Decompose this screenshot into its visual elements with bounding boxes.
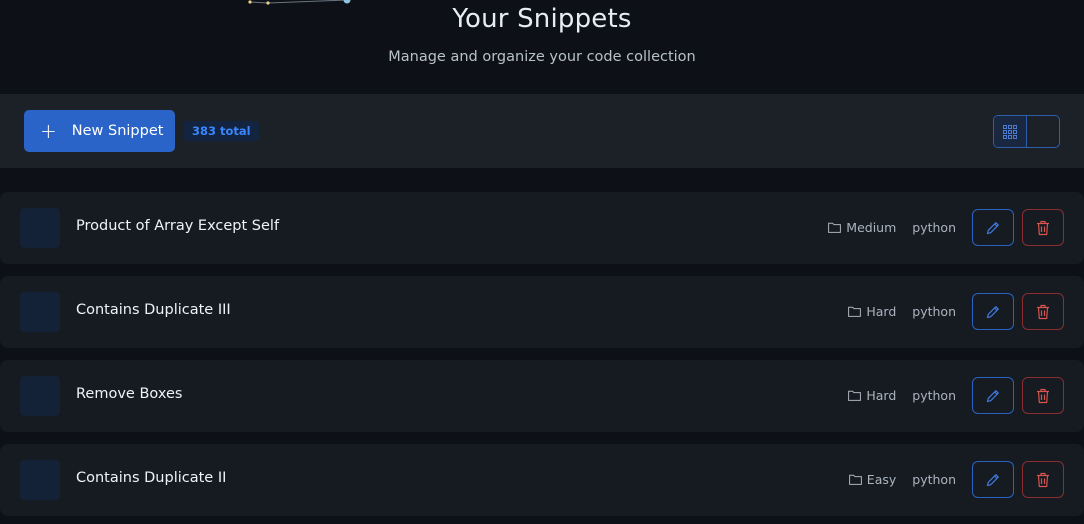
snippet-row[interactable]: Contains Duplicate II Easy python [0,444,1084,516]
snippet-language: python [912,388,956,403]
toolbar: + New Snippet 383 total [0,94,1084,168]
pencil-icon [986,389,999,402]
grid-view-button[interactable] [994,116,1027,147]
delete-button[interactable] [1022,461,1064,498]
edit-button[interactable] [972,293,1014,330]
new-snippet-button[interactable]: + New Snippet [24,110,175,152]
folder-icon [848,390,862,401]
snippet-meta: Hard python [848,304,956,319]
category-label: Hard [866,388,897,403]
edit-button[interactable] [972,377,1014,414]
snippet-meta: Hard python [848,388,956,403]
folder-icon [848,474,862,485]
snippet-category: Easy [848,472,897,487]
plus-icon: + [40,119,57,143]
snippet-title: Contains Duplicate III [76,302,231,318]
snippet-row[interactable]: Remove Boxes Hard python [0,360,1084,432]
snippet-meta: Medium python [828,220,956,235]
page-subtitle: Manage and organize your code collection [388,49,696,65]
snippet-row[interactable]: Product of Array Except Self Medium pyth… [0,192,1084,264]
snippet-thumbnail [20,292,60,332]
folder-icon [848,306,862,317]
trash-icon [1037,304,1049,319]
snippet-thumbnail [20,460,60,500]
view-toggle [993,115,1060,148]
snippet-category: Hard [848,388,896,403]
snippet-language: python [912,472,956,487]
snippet-title: Product of Array Except Self [76,218,280,234]
snippet-thumbnail [20,208,60,248]
trash-icon [1037,388,1049,403]
folder-icon [828,222,842,233]
edit-button[interactable] [972,461,1014,498]
snippet-title: Contains Duplicate II [76,470,227,486]
category-label: Easy [866,472,897,487]
trash-icon [1037,472,1049,487]
category-label: Medium [846,220,897,235]
new-snippet-label: New Snippet [71,123,164,139]
snippet-meta: Easy python [848,472,956,487]
snippet-title: Remove Boxes [76,386,183,402]
delete-button[interactable] [1022,377,1064,414]
pencil-icon [986,221,999,234]
snippet-language: python [912,220,956,235]
edit-button[interactable] [972,209,1014,246]
snippet-row[interactable]: Contains Duplicate III Hard python [0,276,1084,348]
total-count-badge: 383 total [184,121,259,141]
trash-icon [1037,220,1049,235]
snippet-category: Hard [848,304,896,319]
snippet-category: Medium [828,220,896,235]
snippet-list: Product of Array Except Self Medium pyth… [0,192,1084,524]
delete-button[interactable] [1022,209,1064,246]
pencil-icon [986,305,999,318]
pencil-icon [986,473,999,486]
snippet-language: python [912,304,956,319]
delete-button[interactable] [1022,293,1064,330]
snippets-page: Your Snippets Manage and organize your c… [0,0,1084,524]
grid-icon [1003,124,1017,139]
category-label: Hard [866,304,897,319]
page-title: Your Snippets [452,4,632,34]
snippet-thumbnail [20,376,60,416]
